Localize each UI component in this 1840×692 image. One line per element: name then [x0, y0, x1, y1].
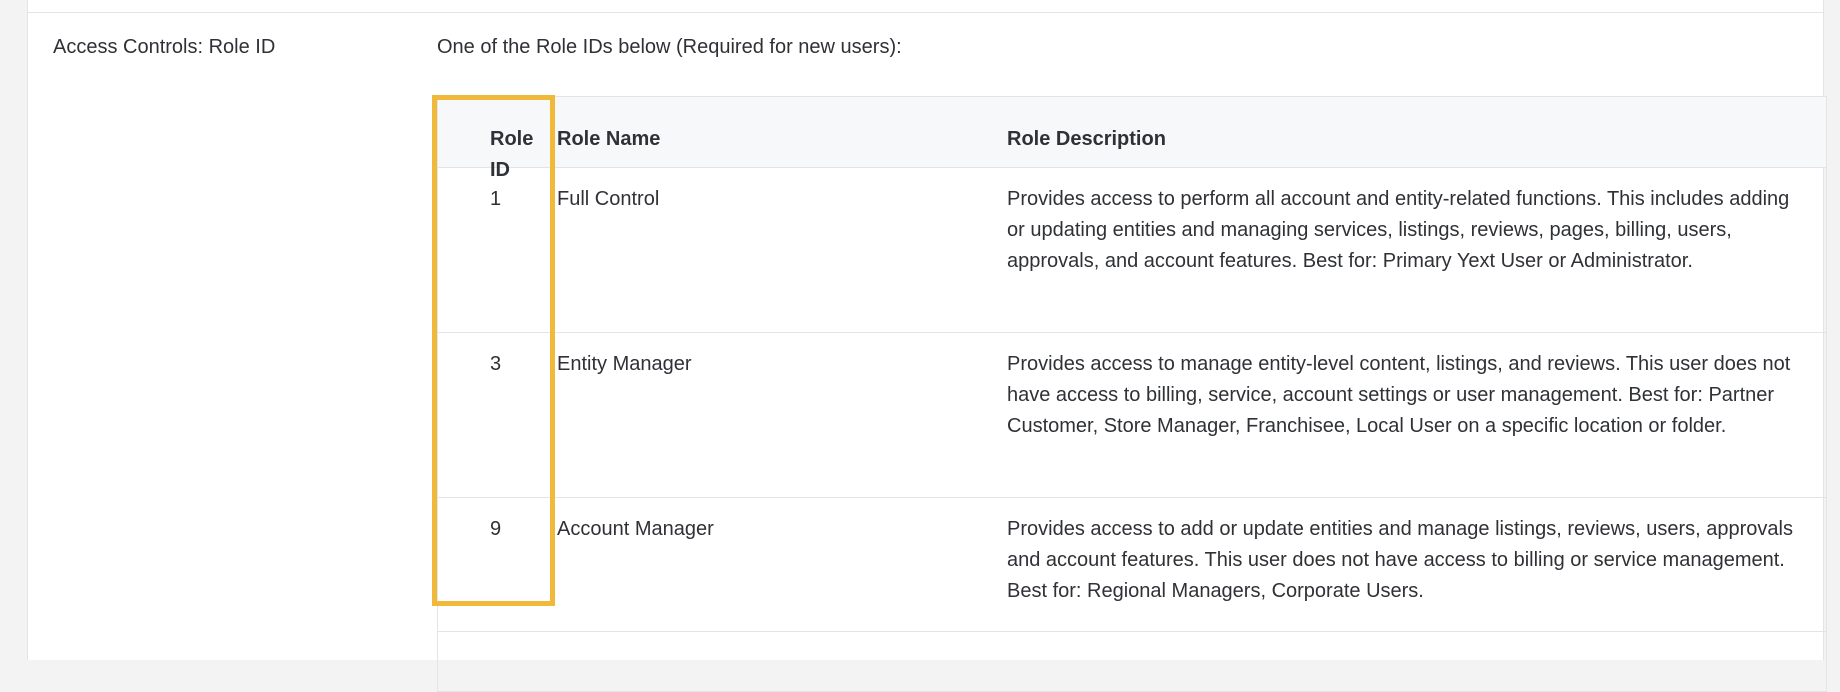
role-description-cell: Provides access to perform all account a…: [1007, 188, 1790, 272]
table-row: 1 Full Control Provides access to perfor…: [438, 168, 1826, 333]
table-row: 9 Account Manager Provides access to add…: [438, 498, 1826, 632]
table-header-row: Role ID Role Name Role Description: [438, 97, 1826, 181]
role-description-cell: Provides access to manage entity-level c…: [1007, 353, 1791, 437]
role-id-cell: 9: [490, 518, 502, 540]
role-name-cell: Entity Manager: [557, 353, 692, 375]
field-help-text: One of the Role IDs below (Required for …: [437, 36, 902, 58]
role-name-cell: Account Manager: [557, 518, 714, 540]
header-role-description: Role Description: [1007, 128, 1166, 150]
role-description-cell: Provides access to add or update entitie…: [1007, 518, 1793, 602]
role-table: Role ID Role Name Role Description 1 Ful…: [437, 96, 1827, 692]
header-role-name: Role Name: [557, 128, 661, 150]
top-divider: [28, 12, 1823, 13]
role-id-cell: 3: [490, 353, 502, 375]
role-name-cell: Full Control: [557, 188, 660, 210]
header-role-id: Role ID: [490, 128, 534, 181]
field-card: Access Controls: Role ID One of the Role…: [27, 0, 1827, 692]
role-id-cell: 1: [490, 188, 502, 210]
field-label: Access Controls: Role ID: [53, 36, 276, 58]
table-row-partial: [438, 632, 1826, 692]
table-row: 3 Entity Manager Provides access to mana…: [438, 333, 1826, 498]
